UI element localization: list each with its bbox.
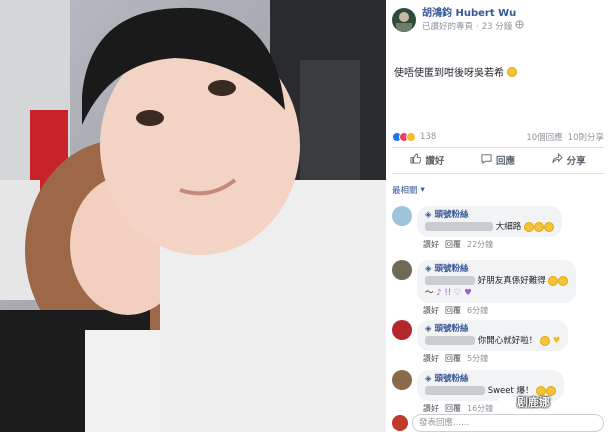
page-name[interactable]: 胡鴻鈞 Hubert Wu — [422, 8, 524, 20]
separator-dot: · — [476, 21, 479, 32]
grin-emoji-icon — [523, 221, 534, 232]
comment-reply-link[interactable]: 回覆 — [445, 239, 461, 250]
selfie-photo — [0, 0, 386, 432]
person-emoji-icon — [558, 275, 569, 286]
smile-emoji-icon — [507, 66, 517, 77]
reaction-summary: 138 10個回應 10則分享 — [392, 131, 604, 143]
globe-icon — [515, 20, 524, 34]
blurred-name — [425, 386, 485, 395]
comment-reply-link[interactable]: 回覆 — [445, 403, 461, 414]
share-button[interactable]: 分享 — [552, 152, 586, 167]
commenter-avatar[interactable] — [392, 320, 412, 340]
comment-bubble: ◈ 頭號粉絲 你開心就好啦！ ♥ — [417, 320, 569, 351]
blurred-name — [425, 336, 475, 345]
comment-text-cont: ～ — [425, 288, 434, 298]
commenter-name[interactable]: ◈ 頭號粉絲 — [425, 323, 560, 335]
top-fan-badge-icon: ◈ — [425, 374, 432, 384]
comment-button[interactable]: 回應 — [481, 153, 515, 167]
comment-actions: 讚好 回覆 22分鐘 — [417, 239, 562, 250]
comment-like-link[interactable]: 讚好 — [423, 403, 439, 414]
post-text: 使唔使匿到咁後呀吳若希 — [394, 64, 517, 79]
wechat-logo-icon — [498, 394, 514, 410]
blurred-name — [425, 276, 475, 285]
comment-item: ◈ 頭號粉絲 好朋友真係好難得 ～ ♪ !! ♡ ♥ 讚好 回覆 6分鐘 — [392, 260, 604, 316]
post-body: 使唔使匿到咁後呀吳若希 — [394, 68, 504, 79]
comment-bubble: ◈ 頭號粉絲 大細路 — [417, 206, 562, 237]
blurred-name — [425, 222, 493, 231]
comment-time[interactable]: 22分鐘 — [467, 239, 493, 250]
watermark: 剧鹿娜 — [498, 394, 550, 410]
speech-bubble-icon — [481, 153, 492, 167]
top-fan-badge: 頭號粉絲 — [434, 210, 469, 220]
top-fan-badge: 頭號粉絲 — [434, 374, 469, 384]
top-fan-badge-icon: ◈ — [425, 324, 432, 334]
post-panel: 胡鴻鈞 Hubert Wu 已讚好的專頁 · 23 分鐘 使唔使匿到咁後呀吳若希… — [386, 0, 608, 432]
comment-item: ◈ 頭號粉絲 你開心就好啦！ ♥ 讚好 回覆 5分鐘 — [392, 320, 604, 364]
commenter-avatar[interactable] — [392, 260, 412, 280]
person-emoji-icon — [548, 275, 559, 286]
comment-text: 好朋友真係好難得 — [477, 276, 546, 286]
commenter-avatar[interactable] — [392, 206, 412, 226]
comment-like-link[interactable]: 讚好 — [423, 353, 439, 364]
comment-like-link[interactable]: 讚好 — [423, 305, 439, 316]
comment-label: 回應 — [495, 156, 515, 167]
page-avatar[interactable] — [392, 8, 416, 32]
commenter-name[interactable]: ◈ 頭號粉絲 — [425, 263, 568, 275]
post-time[interactable]: 23 分鐘 — [482, 21, 513, 34]
comment-time[interactable]: 6分鐘 — [467, 305, 488, 316]
comment-filter-label: 最相關 — [392, 186, 418, 196]
comment-input[interactable]: 發表回應...... — [412, 414, 604, 432]
comment-actions: 讚好 回覆 6分鐘 — [417, 305, 576, 316]
like-label: 讚好 — [425, 156, 445, 167]
emoji-row-icons: ♪ !! ♡ ♥ — [436, 288, 472, 298]
grin-emoji-icon — [533, 221, 544, 232]
comment-text: 你開心就好啦！ — [477, 336, 538, 346]
share-label: 分享 — [566, 156, 586, 167]
watermark-text: 剧鹿娜 — [517, 396, 550, 409]
comment-like-link[interactable]: 讚好 — [423, 239, 439, 250]
comment-filter[interactable]: 最相關 ▾ — [392, 184, 425, 196]
comment-reply-link[interactable]: 回覆 — [445, 353, 461, 364]
grin-emoji-icon — [543, 221, 554, 232]
smile-emoji-icon — [539, 335, 550, 346]
comment-time[interactable]: 5分鐘 — [467, 353, 488, 364]
commenter-name[interactable]: ◈ 頭號粉絲 — [425, 373, 556, 385]
comment-composer: 發表回應...... — [392, 414, 604, 432]
post-photo[interactable] — [0, 0, 386, 432]
top-fan-badge-icon: ◈ — [425, 210, 432, 220]
top-fan-badge: 頭號粉絲 — [434, 264, 469, 274]
comment-reply-link[interactable]: 回覆 — [445, 305, 461, 316]
commenter-name[interactable]: ◈ 頭號粉絲 — [425, 209, 554, 221]
comment-count[interactable]: 10個回應 — [526, 131, 562, 143]
comment-actions: 讚好 回覆 5分鐘 — [417, 353, 568, 364]
share-arrow-icon — [552, 152, 563, 167]
comment-item: ◈ 頭號粉絲 大細路 讚好 回覆 22分鐘 — [392, 206, 604, 250]
comment-bubble: ◈ 頭號粉絲 好朋友真係好難得 ～ ♪ !! ♡ ♥ — [417, 260, 577, 303]
comment-time[interactable]: 16分鐘 — [467, 403, 493, 414]
post-actions: 讚好 回應 分享 — [392, 152, 604, 167]
comment-text: 大細路 — [495, 222, 522, 232]
thumbs-up-icon — [410, 153, 422, 167]
like-button[interactable]: 讚好 — [410, 153, 444, 167]
top-fan-badge-icon: ◈ — [425, 264, 432, 274]
user-avatar[interactable] — [392, 415, 408, 431]
reaction-count[interactable]: 138 — [420, 132, 436, 142]
post-header: 胡鴻鈞 Hubert Wu 已讚好的專頁 · 23 分鐘 — [392, 8, 524, 34]
liked-page-status[interactable]: 已讚好的專頁 — [422, 21, 473, 34]
top-fan-badge: 頭號粉絲 — [434, 324, 469, 334]
yellow-heart-icon: ♥ — [552, 336, 561, 346]
haha-reaction-icon — [406, 132, 416, 142]
post-meta: 已讚好的專頁 · 23 分鐘 — [422, 20, 524, 34]
divider — [392, 173, 604, 174]
caret-down-icon: ▾ — [420, 185, 425, 195]
commenter-avatar[interactable] — [392, 370, 412, 390]
share-count[interactable]: 10則分享 — [568, 131, 604, 143]
reaction-icons[interactable] — [392, 132, 416, 142]
divider — [392, 147, 604, 148]
